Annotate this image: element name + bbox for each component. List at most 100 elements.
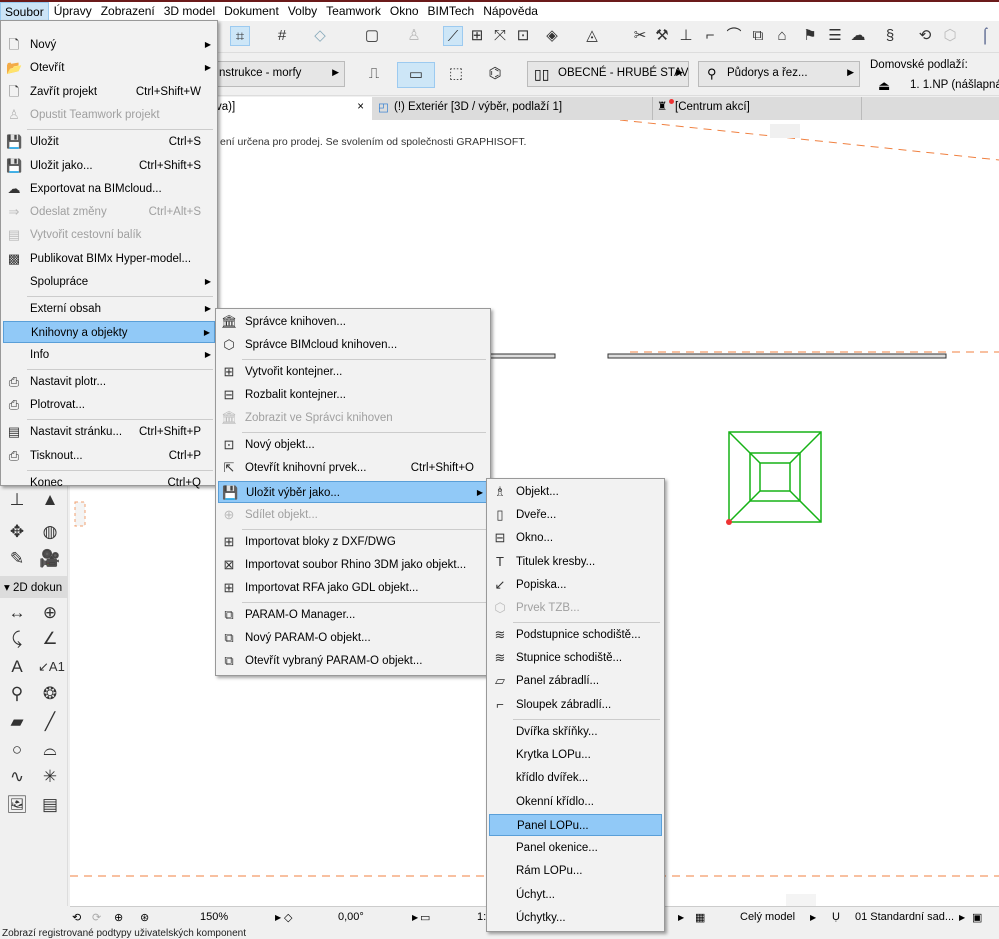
- menu-item-spravce-bimcloud-knihoven[interactable]: ⬡ Správce BIMcloud knihoven...: [218, 334, 488, 356]
- rectangle-geometry-icon[interactable]: ▭: [397, 62, 435, 88]
- menu-upravy[interactable]: Úpravy: [50, 2, 96, 21]
- radial-dimension-icon[interactable]: ⤹: [5, 629, 29, 649]
- coordinates-icon[interactable]: ⌗: [230, 26, 250, 46]
- fill-icon[interactable]: ▰: [5, 712, 29, 732]
- flag-icon[interactable]: ⚑: [800, 26, 820, 46]
- menu-item-podstupnice-schodiste[interactable]: ≋ Podstupnice schodiště...: [489, 624, 662, 646]
- palette-section-2d[interactable]: ▾ 2D dokun: [0, 576, 68, 598]
- objects-icon[interactable]: ⬡: [940, 26, 960, 46]
- polyline-icon[interactable]: ⌓: [38, 740, 62, 760]
- menu-item-dvirka-skrinky[interactable]: Dvířka skříňky...: [489, 721, 662, 743]
- zoom-arrow[interactable]: ▶: [275, 913, 281, 922]
- menu-item-opustit-teamwork-projekt[interactable]: ♙ Opustit Teamwork projekt: [3, 104, 215, 126]
- menu-item-nastavit-stranku[interactable]: ▤ Nastavit stránku... Ctrl+Shift+P: [3, 421, 215, 443]
- zoom-value[interactable]: 150%: [200, 911, 228, 923]
- zone-icon[interactable]: ❂: [38, 684, 62, 704]
- corner-icon[interactable]: ⌐: [700, 26, 720, 46]
- box-icon[interactable]: ⬚: [446, 64, 466, 84]
- menu-item-uchyt[interactable]: Úchyt...: [489, 884, 662, 906]
- triangle-circle-icon[interactable]: ◬: [582, 26, 602, 46]
- menu-item-panel-okenice[interactable]: Panel okenice...: [489, 837, 662, 859]
- menu-item-sdilet-objekt[interactable]: ⊕ Sdílet objekt...: [218, 504, 488, 526]
- elevate-icon[interactable]: ⊥: [676, 26, 696, 46]
- display-options-icon[interactable]: ▣: [972, 911, 982, 924]
- menu-item-okenni-kridlo[interactable]: Okenní křídlo...: [489, 791, 662, 813]
- menu-item-zavrit-projekt[interactable]: 🗋 Zavřít projekt Ctrl+Shift+W: [3, 81, 215, 103]
- menu-item-popiska[interactable]: ↙ Popiska...: [489, 574, 662, 596]
- menu-dokument[interactable]: Dokument: [220, 2, 283, 21]
- arc-icon[interactable]: ⌒: [724, 26, 744, 46]
- scale-arrow[interactable]: ▶: [678, 913, 684, 922]
- menu-item-importovat-soubor-rhino-3dm-jako-objekt[interactable]: ⊠ Importovat soubor Rhino 3DM jako objekt…: [218, 554, 488, 576]
- scale-value[interactable]: 1:: [477, 911, 486, 923]
- menu-bimtech[interactable]: BIMTech: [424, 2, 479, 21]
- menu-item-kridlo-dvirek[interactable]: křídlo dvířek...: [489, 767, 662, 789]
- menu-item-ulozit[interactable]: 💾 Uložit Ctrl+S: [3, 131, 215, 153]
- menu-napoveda[interactable]: Nápověda: [479, 2, 542, 21]
- grid-snap-icon[interactable]: #: [272, 26, 292, 46]
- house-icon[interactable]: ⌂: [772, 26, 792, 46]
- menu-item-plotrovat[interactable]: ⎙ Plotrovat...: [3, 394, 215, 416]
- redo-zoom-icon[interactable]: ⟳: [92, 911, 101, 924]
- linear-dimension-icon[interactable]: ↔: [5, 603, 29, 623]
- sync-icon[interactable]: ⟲: [915, 26, 935, 46]
- home-story-value[interactable]: 1. 1.NP (nášlapná v: [910, 79, 999, 91]
- angle-dimension-icon[interactable]: ∠: [38, 629, 62, 649]
- tab-floorplan[interactable]: va)] ×: [210, 97, 372, 120]
- hammer-icon[interactable]: ⚒: [652, 26, 672, 46]
- pen-set-value[interactable]: 01 Standardní sad...: [855, 911, 954, 923]
- menu-item-ram-lopu[interactable]: Rám LOPu...: [489, 860, 662, 882]
- menu-item-zobrazit-ve-spravci-knihoven[interactable]: 🏛 Zobrazit ve Správci knihoven: [218, 407, 488, 429]
- menu-item-rozbalit-kontejner[interactable]: ⊟ Rozbalit kontejner...: [218, 384, 488, 406]
- cloud-icon[interactable]: ☁: [848, 26, 868, 46]
- menu-item-externi-obsah[interactable]: Externí obsah ▶: [3, 298, 215, 320]
- cross-icon[interactable]: ⤧: [490, 26, 510, 46]
- menu-item-panel-zabradli[interactable]: ▱ Panel zábradlí...: [489, 670, 662, 692]
- menu-item-otevrit-vybrany-param-o-objekt[interactable]: ⧉ Otevřít vybraný PARAM-O objekt...: [218, 650, 488, 672]
- menu-3d-model[interactable]: 3D model: [160, 2, 219, 21]
- camera-icon[interactable]: 🎥: [38, 549, 62, 569]
- drawing-icon[interactable]: ▤: [38, 795, 62, 815]
- selection-frame-icon[interactable]: ⊡: [513, 26, 533, 46]
- tab-action-center[interactable]: ♜ [Centrum akcí]: [652, 97, 862, 120]
- measure-icon[interactable]: ⊞: [467, 26, 487, 46]
- menu-item-exportovat-na-bimcloud[interactable]: ☁ Exportovat na BIMcloud...: [3, 178, 215, 200]
- zoom-in-icon[interactable]: ⊕: [114, 911, 123, 924]
- menu-item-stupnice-schodiste[interactable]: ≋ Stupnice schodiště...: [489, 647, 662, 669]
- cylinder-icon[interactable]: ⌬: [485, 64, 505, 84]
- menu-item-info[interactable]: Info ▶: [3, 344, 215, 366]
- menu-item-vytvorit-kontejner[interactable]: ⊞ Vytvořit kontejner...: [218, 361, 488, 383]
- worksheet-icon[interactable]: ✎: [5, 549, 29, 569]
- menu-item-uchytky[interactable]: Úchytky...: [489, 907, 662, 929]
- resize-icon[interactable]: ⧉: [748, 26, 768, 46]
- tab-exterior-3d[interactable]: ◰ (!) Exteriér [3D / výběr, podlaží 1]: [374, 97, 650, 120]
- menu-item-odeslat-zmeny[interactable]: ⇒ Odeslat změny Ctrl+Alt+S: [3, 201, 215, 223]
- menu-item-objekt[interactable]: ♗ Objekt...: [489, 481, 662, 503]
- menu-item-spravce-knihoven[interactable]: 🏛 Správce knihoven...: [218, 311, 488, 333]
- line-icon[interactable]: ╱: [38, 712, 62, 732]
- model-value[interactable]: Celý model: [740, 911, 795, 923]
- level-dimension-icon[interactable]: ⊕: [38, 603, 62, 623]
- stair-icon[interactable]: ⌠: [975, 26, 995, 46]
- angle-arrow[interactable]: ▶: [412, 913, 418, 922]
- close-icon[interactable]: ×: [357, 101, 364, 113]
- menu-item-importovat-rfa-jako-gdl-objekt[interactable]: ⊞ Importovat RFA jako GDL objekt...: [218, 577, 488, 599]
- plane-icon[interactable]: ◇: [310, 26, 330, 46]
- list-icon[interactable]: ☰: [825, 26, 845, 46]
- fit-window-icon[interactable]: ⊛: [140, 911, 149, 924]
- menu-item-param-o-manager[interactable]: ⧉ PARAM-O Manager...: [218, 604, 488, 626]
- menu-teamwork[interactable]: Teamwork: [322, 2, 385, 21]
- menu-item-tisknout[interactable]: ⎙ Tisknout... Ctrl+P: [3, 445, 215, 467]
- menu-okno[interactable]: Okno: [386, 2, 423, 21]
- menu-item-novy[interactable]: 🗋 Nový ▶: [3, 34, 215, 56]
- menu-zobrazeni[interactable]: Zobrazení: [97, 2, 159, 21]
- menu-soubor[interactable]: Soubor: [0, 2, 49, 21]
- menu-item-krytka-lopu[interactable]: Krytka LOPu...: [489, 744, 662, 766]
- construction-combo[interactable]: nstrukce - morfy ▶: [210, 61, 345, 87]
- spline-icon[interactable]: ∿: [5, 767, 29, 787]
- scissors-icon[interactable]: ✂: [630, 26, 650, 46]
- hotspot-icon[interactable]: ✳: [38, 767, 62, 787]
- menu-item-novy-param-o-objekt[interactable]: ⧉ Nový PARAM-O objekt...: [218, 627, 488, 649]
- model-arrow[interactable]: ▶: [810, 913, 816, 922]
- text-icon[interactable]: A: [5, 657, 29, 677]
